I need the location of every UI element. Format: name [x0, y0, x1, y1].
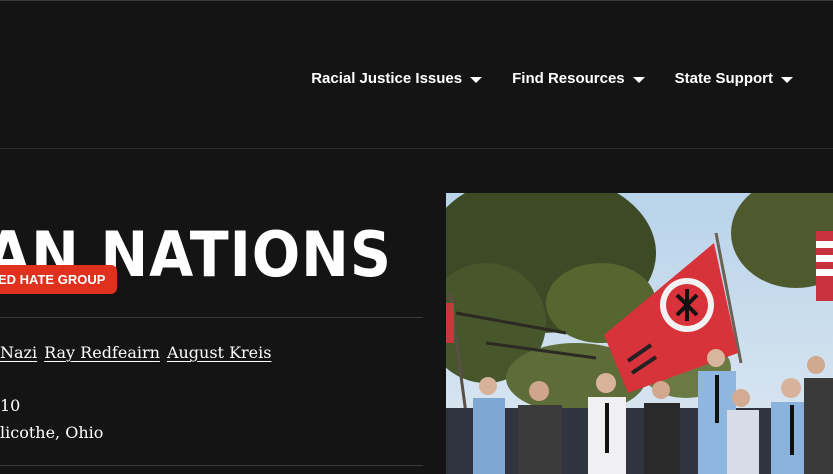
leaders-list: Nazi Ray Redfeairn August Kreis	[0, 343, 271, 362]
chevron-down-icon	[781, 76, 793, 83]
group-location: licothe, Ohio	[0, 423, 104, 442]
nav-label: State Support	[674, 70, 773, 87]
divider	[0, 465, 423, 466]
leader-link[interactable]: Ray Redfeairn	[44, 343, 160, 362]
nav-find-resources[interactable]: Find Resources	[512, 70, 645, 87]
nav-label: Racial Justice Issues	[311, 70, 463, 87]
leader-link[interactable]: Nazi	[0, 343, 37, 362]
top-border	[0, 0, 833, 1]
founded-year: 10	[0, 396, 21, 415]
rally-photo-illustration	[446, 193, 833, 474]
chevron-down-icon	[470, 76, 483, 83]
nav-racial-justice-issues[interactable]: Racial Justice Issues	[311, 70, 483, 87]
nav-state-support[interactable]: State Support	[675, 70, 793, 87]
header-divider	[0, 148, 833, 149]
main-nav: Racial Justice Issues Find Resources Sta…	[311, 70, 793, 87]
leader-link[interactable]: August Kreis	[167, 343, 272, 362]
hate-group-badge[interactable]: ED HATE GROUP	[0, 265, 118, 294]
divider	[0, 317, 423, 318]
nav-label: Find Resources	[512, 70, 625, 87]
chevron-down-icon	[632, 76, 645, 83]
group-photo	[446, 193, 833, 474]
